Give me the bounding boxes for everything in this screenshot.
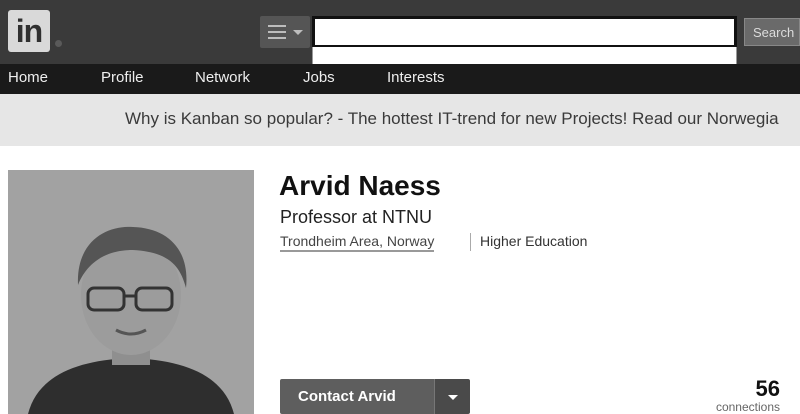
separator [470,233,471,251]
nav-jobs[interactable]: Jobs [303,64,335,94]
chevron-down-icon [293,30,303,35]
search-button[interactable]: Search [744,18,800,46]
linkedin-logo[interactable]: in [8,10,50,52]
promo-banner[interactable]: Why is Kanban so popular? - The hottest … [0,94,800,146]
nav-profile[interactable]: Profile [101,64,144,94]
menu-icon [268,25,286,43]
search-category-menu[interactable] [260,16,310,48]
logo-registered-icon [55,40,62,47]
chevron-down-icon [448,395,458,400]
connections-label: connections [715,400,780,414]
profile-photo[interactable] [8,170,254,414]
profile-location-link[interactable]: Trondheim Area, Norway [280,233,435,252]
nav-home[interactable]: Home [8,64,48,94]
search-input[interactable] [312,16,737,48]
connections-count[interactable]: 56 [740,376,780,402]
contact-button[interactable]: Contact Arvid [280,379,434,414]
nav-network[interactable]: Network [195,64,250,94]
profile-name: Arvid Naess [279,170,441,201]
profile-headline: Professor at NTNU [280,207,433,227]
nav-interests[interactable]: Interests [387,64,445,94]
profile-photo-image [8,170,254,414]
profile-industry: Higher Education [480,233,588,249]
promo-text[interactable]: Why is Kanban so popular? - The hottest … [125,109,779,129]
contact-options-button[interactable] [434,379,470,414]
top-bar: in Search [0,0,800,69]
main-nav: Home Profile Network Jobs Interests [0,64,800,94]
